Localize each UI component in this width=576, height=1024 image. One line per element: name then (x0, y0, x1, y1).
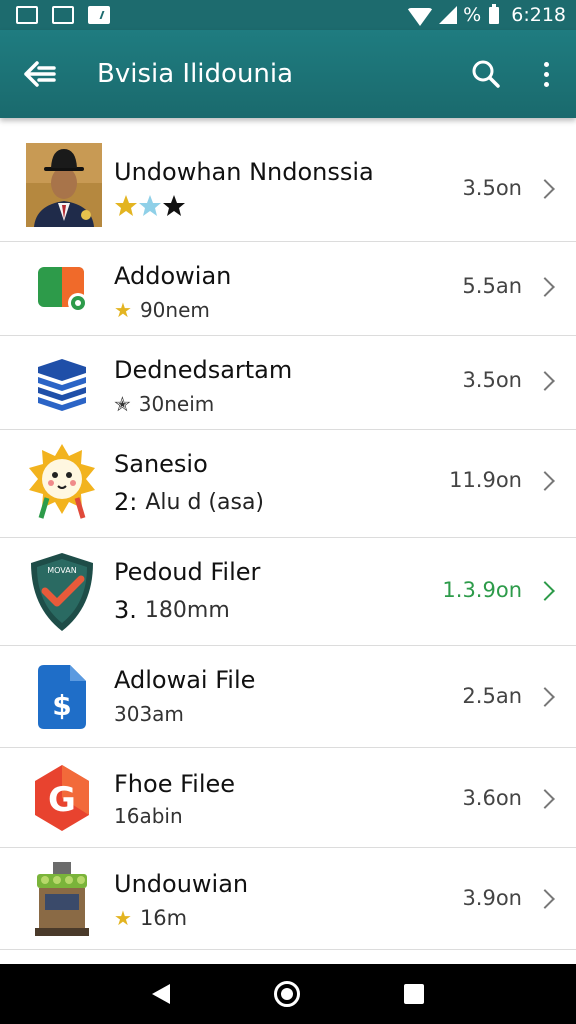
item-subtitle-group: ✭ 30neim (114, 392, 214, 416)
more-vert-icon (543, 61, 549, 87)
shield-label: MOVAN (47, 566, 76, 575)
list-item[interactable]: $ Adlowai File 303am 2.5an (0, 646, 576, 748)
item-title: Sanesio (114, 450, 208, 478)
search-icon (472, 60, 500, 88)
sun-face-icon (24, 440, 100, 524)
chevron-right-icon (535, 581, 555, 601)
status-bar: % 6:218 (0, 0, 576, 30)
item-size: 3.5on (462, 176, 522, 200)
battery-percent: % (463, 4, 482, 26)
item-title: Dednedsartam (114, 356, 293, 384)
arrow-back-icon (24, 61, 56, 87)
item-size: 11.9on (449, 468, 522, 492)
item-title: Undouwian (114, 870, 249, 898)
list-item[interactable]: Dednedsartam ✭ 30neim 3.5on (0, 336, 576, 430)
more-options-button[interactable] (516, 30, 576, 118)
item-title: Adlowai File (114, 666, 256, 694)
chevron-right-icon (535, 687, 555, 707)
rating-stars (114, 194, 190, 218)
page-title: Bvisia Ilidounia (97, 59, 294, 89)
gallery-icon (52, 6, 74, 24)
item-prefix: 2: (114, 488, 138, 516)
nav-recents-button[interactable] (404, 984, 424, 1004)
app-bar: Bvisia Ilidounia (0, 30, 576, 118)
kiosk-stand-icon (24, 856, 100, 940)
item-subtitle: 303am (114, 702, 184, 726)
star-icon: ✭ (114, 392, 131, 416)
item-subtitle-group: 2: Alu d (asa) (114, 488, 264, 516)
list-item[interactable]: Sanesio 2: Alu d (asa) 11.9on (0, 430, 576, 538)
item-size: 3.6on (462, 786, 522, 810)
item-size: 3.5on (462, 368, 522, 392)
app-icon (24, 247, 100, 331)
item-subtitle-group: ★ 90nem (114, 298, 210, 322)
item-prefix: 3. (114, 596, 137, 624)
file-dollar-icon: $ (24, 654, 100, 738)
chevron-right-icon (535, 789, 555, 809)
item-subtitle: 180mm (144, 597, 230, 623)
hexagon-g-icon: G (24, 756, 100, 840)
item-subtitle-group: ★ 16m (114, 906, 187, 930)
item-size: 1.3.9on (442, 578, 522, 602)
system-nav-bar (0, 964, 576, 1024)
list-item[interactable]: MOVAN Pedoud Filer 3. 180mm 1.3.9on (0, 538, 576, 646)
item-subtitle: 16m (139, 906, 188, 930)
dollar-glyph: $ (52, 689, 71, 722)
list-item[interactable]: Undowhan Nndonssia 3.5on (0, 124, 576, 242)
item-title: Undowhan Nndonssia (114, 158, 374, 186)
item-subtitle: 16abin (114, 804, 183, 828)
back-button[interactable] (0, 30, 80, 118)
star-icon: ★ (114, 906, 132, 930)
item-size: 2.5an (462, 684, 522, 708)
list-item[interactable]: Addowian ★ 90nem 5.5an (0, 242, 576, 336)
list-item[interactable]: G Fhoe Filee 16abin 3.6on (0, 748, 576, 848)
list-item[interactable]: Undouwian ★ 16m 3.9on (0, 848, 576, 950)
clock: 6:218 (511, 4, 566, 26)
edit-icon (88, 6, 110, 24)
nav-back-button[interactable] (152, 984, 170, 1004)
chevron-right-icon (535, 179, 555, 199)
item-subtitle: Alu d (asa) (145, 489, 265, 515)
g-glyph: G (48, 780, 76, 820)
item-title: Fhoe Filee (114, 770, 236, 798)
item-subtitle: 30neim (138, 392, 215, 416)
search-button[interactable] (456, 30, 516, 118)
item-title: Pedoud Filer (114, 558, 261, 586)
item-title: Addowian (114, 262, 232, 290)
star-icon: ★ (114, 298, 132, 322)
item-size: 5.5an (462, 274, 522, 298)
stack-layers-icon (24, 341, 100, 425)
chevron-right-icon (535, 371, 555, 391)
item-subtitle-group: 3. 180mm (114, 596, 230, 624)
chevron-right-icon (535, 277, 555, 297)
shield-check-icon: MOVAN (24, 550, 100, 634)
chevron-right-icon (535, 471, 555, 491)
avatar (26, 143, 102, 227)
item-size: 3.9on (462, 886, 522, 910)
nav-home-button[interactable] (274, 981, 300, 1007)
chevron-right-icon (535, 889, 555, 909)
wifi-icon (407, 8, 434, 26)
notification-icon (16, 6, 38, 24)
item-subtitle: 90nem (139, 298, 210, 322)
battery-icon (489, 3, 500, 24)
signal-icon (439, 6, 458, 24)
